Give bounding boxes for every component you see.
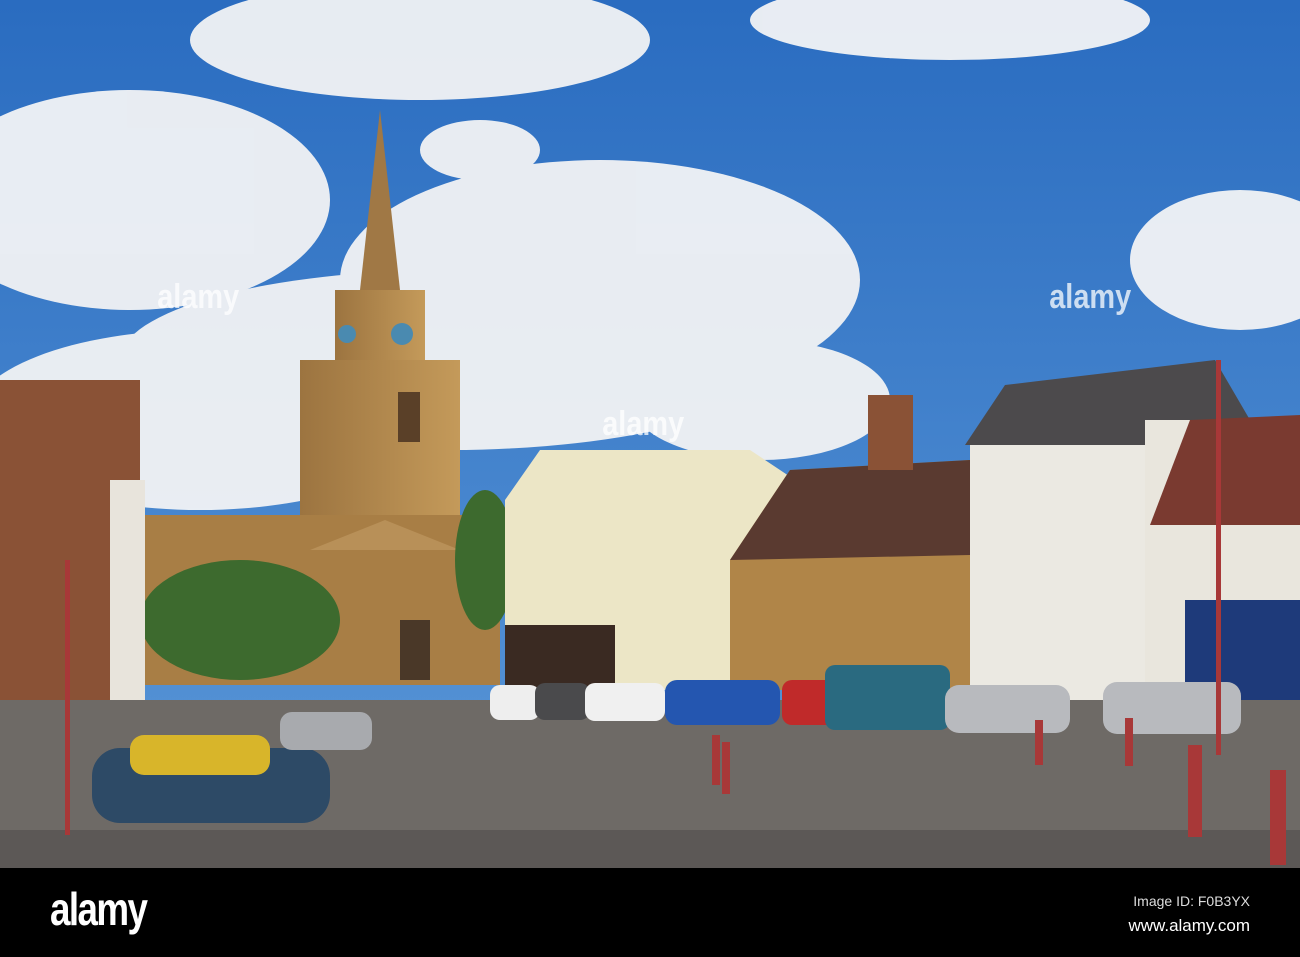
website-link[interactable]: www.alamy.com (1128, 916, 1250, 936)
watermark: alamy (1049, 278, 1132, 316)
alamy-logo: alamy (50, 883, 148, 935)
footer-bar: alamy Image ID: F0B3YX www.alamy.com (0, 868, 1300, 957)
image-id: Image ID: F0B3YX (1133, 893, 1250, 909)
watermark: alamy (602, 405, 685, 443)
watermark: alamy (157, 278, 240, 316)
photo: alamy alamy alamy alamy Image ID: F0B3YX… (0, 0, 1300, 957)
